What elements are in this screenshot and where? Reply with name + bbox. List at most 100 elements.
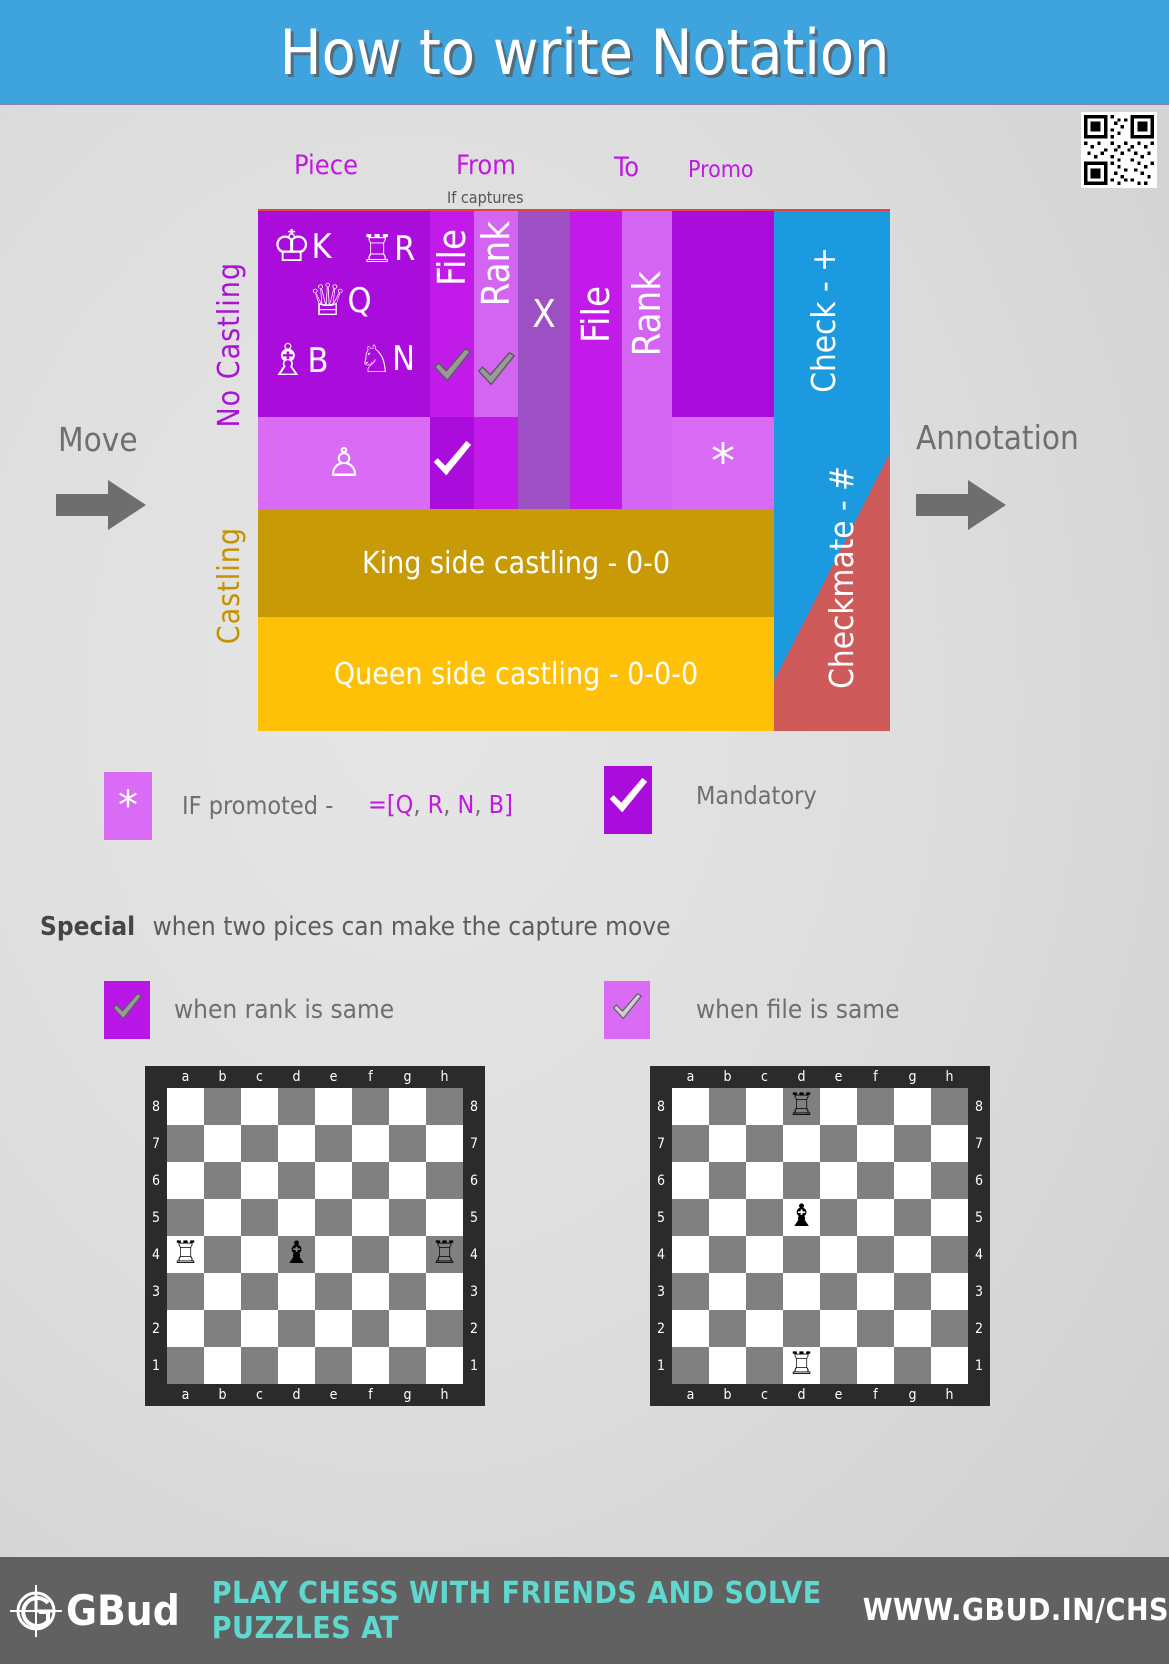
board-square-g2[interactable] — [894, 1310, 931, 1347]
board-square-d4[interactable] — [783, 1236, 820, 1273]
board-square-b1[interactable] — [204, 1347, 241, 1384]
board-square-h3[interactable] — [426, 1273, 463, 1310]
board-square-e2[interactable] — [820, 1310, 857, 1347]
board-square-e6[interactable] — [315, 1162, 352, 1199]
board-square-e5[interactable] — [820, 1199, 857, 1236]
board-square-b8[interactable] — [709, 1088, 746, 1125]
board-square-f5[interactable] — [352, 1199, 389, 1236]
gbud-logo[interactable]: GBud — [8, 1583, 180, 1639]
board-square-h7[interactable] — [426, 1125, 463, 1162]
board-square-f7[interactable] — [352, 1125, 389, 1162]
board-square-e4[interactable] — [820, 1236, 857, 1273]
board-square-b3[interactable] — [709, 1273, 746, 1310]
board-square-f2[interactable] — [352, 1310, 389, 1347]
board-square-g1[interactable] — [894, 1347, 931, 1384]
board-square-h4[interactable] — [931, 1236, 968, 1273]
board-square-b5[interactable] — [709, 1199, 746, 1236]
board-square-g5[interactable] — [894, 1199, 931, 1236]
board-square-e7[interactable] — [315, 1125, 352, 1162]
board-square-b8[interactable] — [204, 1088, 241, 1125]
board-square-d4[interactable]: ♝ — [278, 1236, 315, 1273]
board-square-a4[interactable] — [672, 1236, 709, 1273]
board-square-h1[interactable] — [426, 1347, 463, 1384]
board-square-d6[interactable] — [278, 1162, 315, 1199]
board-square-c4[interactable] — [746, 1236, 783, 1273]
board-square-h8[interactable] — [426, 1088, 463, 1125]
board-square-c4[interactable] — [241, 1236, 278, 1273]
board-square-b6[interactable] — [709, 1162, 746, 1199]
board-square-h6[interactable] — [931, 1162, 968, 1199]
board-square-g2[interactable] — [389, 1310, 426, 1347]
board-square-b7[interactable] — [204, 1125, 241, 1162]
chessboard-rank-example[interactable]: a b c d e f g h 8 8 7 7 6 6 5 5 4 ♖ ♝ ♖ 4 3 3 2 2 1 1 a b c d e f g h — [145, 1066, 485, 1406]
board-square-e7[interactable] — [820, 1125, 857, 1162]
board-square-f1[interactable] — [857, 1347, 894, 1384]
board-square-f1[interactable] — [352, 1347, 389, 1384]
board-square-a1[interactable] — [167, 1347, 204, 1384]
chessboard-table[interactable]: a b c d e f g h 8 8 7 7 6 6 5 5 4 ♖ ♝ ♖ 4 3 3 2 2 1 1 a b c d e f g h — [145, 1066, 485, 1406]
board-square-a8[interactable] — [672, 1088, 709, 1125]
board-square-f2[interactable] — [857, 1310, 894, 1347]
board-square-a7[interactable] — [167, 1125, 204, 1162]
board-square-a5[interactable] — [167, 1199, 204, 1236]
board-square-a3[interactable] — [672, 1273, 709, 1310]
board-square-c5[interactable] — [241, 1199, 278, 1236]
board-square-e6[interactable] — [820, 1162, 857, 1199]
board-square-a3[interactable] — [167, 1273, 204, 1310]
board-square-g7[interactable] — [389, 1125, 426, 1162]
board-square-d2[interactable] — [783, 1310, 820, 1347]
board-square-h8[interactable] — [931, 1088, 968, 1125]
board-square-c7[interactable] — [746, 1125, 783, 1162]
board-square-a6[interactable] — [672, 1162, 709, 1199]
chessboard-table[interactable]: a b c d e f g h 8 ♖ 8 7 7 6 6 5 ♝ 5 4 4 3 3 2 2 1 ♖ 1 a b c d e f g h — [650, 1066, 990, 1406]
board-square-b3[interactable] — [204, 1273, 241, 1310]
board-square-c1[interactable] — [746, 1347, 783, 1384]
board-square-b1[interactable] — [709, 1347, 746, 1384]
board-square-a6[interactable] — [167, 1162, 204, 1199]
board-square-g6[interactable] — [389, 1162, 426, 1199]
board-square-a4[interactable]: ♖ — [167, 1236, 204, 1273]
board-square-d7[interactable] — [278, 1125, 315, 1162]
board-square-d3[interactable] — [783, 1273, 820, 1310]
footer-url[interactable]: WWW.GBUD.IN/CHS — [863, 1593, 1169, 1628]
board-square-c6[interactable] — [746, 1162, 783, 1199]
board-square-b7[interactable] — [709, 1125, 746, 1162]
board-square-d3[interactable] — [278, 1273, 315, 1310]
board-square-d6[interactable] — [783, 1162, 820, 1199]
board-square-d5[interactable] — [278, 1199, 315, 1236]
board-square-e4[interactable] — [315, 1236, 352, 1273]
board-square-c5[interactable] — [746, 1199, 783, 1236]
board-square-h3[interactable] — [931, 1273, 968, 1310]
board-square-f4[interactable] — [352, 1236, 389, 1273]
board-square-g8[interactable] — [389, 1088, 426, 1125]
board-square-h5[interactable] — [426, 1199, 463, 1236]
board-square-e5[interactable] — [315, 1199, 352, 1236]
board-square-e1[interactable] — [315, 1347, 352, 1384]
board-square-d1[interactable]: ♖ — [783, 1347, 820, 1384]
board-square-g1[interactable] — [389, 1347, 426, 1384]
board-square-c2[interactable] — [241, 1310, 278, 1347]
board-square-h1[interactable] — [931, 1347, 968, 1384]
board-square-h2[interactable] — [426, 1310, 463, 1347]
board-square-c8[interactable] — [746, 1088, 783, 1125]
board-square-f6[interactable] — [857, 1162, 894, 1199]
board-square-e2[interactable] — [315, 1310, 352, 1347]
board-square-h7[interactable] — [931, 1125, 968, 1162]
board-square-c2[interactable] — [746, 1310, 783, 1347]
board-square-e8[interactable] — [315, 1088, 352, 1125]
board-square-a7[interactable] — [672, 1125, 709, 1162]
board-square-a1[interactable] — [672, 1347, 709, 1384]
board-square-b4[interactable] — [709, 1236, 746, 1273]
board-square-c6[interactable] — [241, 1162, 278, 1199]
board-square-e3[interactable] — [820, 1273, 857, 1310]
board-square-g8[interactable] — [894, 1088, 931, 1125]
board-square-g4[interactable] — [894, 1236, 931, 1273]
board-square-h6[interactable] — [426, 1162, 463, 1199]
board-square-d8[interactable]: ♖ — [783, 1088, 820, 1125]
board-square-c1[interactable] — [241, 1347, 278, 1384]
board-square-d5[interactable]: ♝ — [783, 1199, 820, 1236]
chessboard-file-example[interactable]: a b c d e f g h 8 ♖ 8 7 7 6 6 5 ♝ 5 4 4 3 3 2 2 1 ♖ 1 a b c d e f g h — [650, 1066, 990, 1406]
board-square-e3[interactable] — [315, 1273, 352, 1310]
board-square-f7[interactable] — [857, 1125, 894, 1162]
board-square-g6[interactable] — [894, 1162, 931, 1199]
